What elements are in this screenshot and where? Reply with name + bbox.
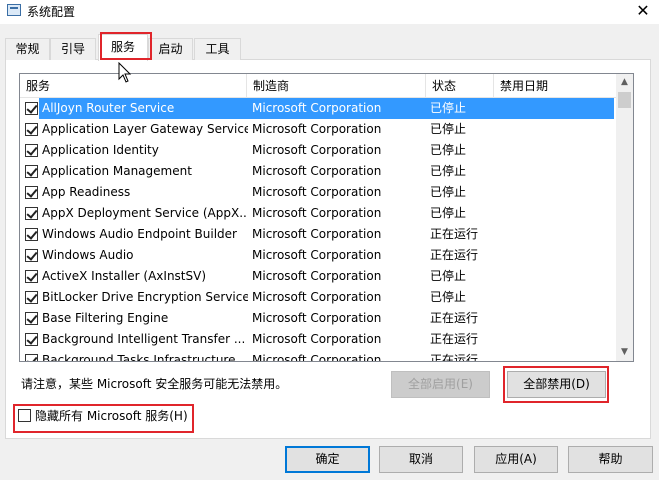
table-row[interactable]: Application Identity Microsoft Corporatio… bbox=[20, 140, 616, 161]
service-checkbox[interactable] bbox=[25, 312, 38, 325]
cancel-button[interactable]: 取消 bbox=[379, 446, 463, 473]
hide-ms-highlight-box bbox=[13, 404, 194, 433]
service-name: Windows Audio Endpoint Builder bbox=[42, 227, 237, 241]
service-name: App Readiness bbox=[42, 185, 131, 199]
list-header: 服务 制造商 状态 禁用日期 bbox=[20, 74, 616, 98]
apply-button[interactable]: 应用(A) bbox=[474, 446, 558, 473]
service-name: Background Tasks Infrastructure ... bbox=[42, 353, 248, 362]
enable-all-button[interactable]: 全部启用(E) bbox=[391, 371, 490, 398]
service-name: Application Management bbox=[42, 164, 192, 178]
service-manufacturer: Microsoft Corporation bbox=[252, 143, 382, 157]
service-manufacturer: Microsoft Corporation bbox=[252, 311, 382, 325]
table-row[interactable]: Base Filtering Engine Microsoft Corporati… bbox=[20, 308, 616, 329]
service-status: 正在运行 bbox=[430, 353, 479, 362]
table-row[interactable]: ActiveX Installer (AxInstSV) Microsoft Co… bbox=[20, 266, 616, 287]
service-status: 正在运行 bbox=[430, 227, 479, 241]
service-manufacturer: Microsoft Corporation bbox=[252, 122, 382, 136]
service-status: 已停止 bbox=[430, 164, 467, 178]
service-name: Application Identity bbox=[42, 143, 159, 157]
table-row[interactable]: Background Intelligent Transfer ... Micro… bbox=[20, 329, 616, 350]
disable-all-highlight-box bbox=[503, 366, 609, 403]
service-status: 正在运行 bbox=[430, 332, 479, 346]
service-status: 已停止 bbox=[430, 185, 467, 199]
column-header-disabled-date[interactable]: 禁用日期 bbox=[494, 74, 616, 98]
service-status: 已停止 bbox=[430, 206, 467, 220]
service-manufacturer: Microsoft Corporation bbox=[252, 101, 382, 115]
title-bar: 系统配置 ✕ bbox=[0, 0, 659, 24]
scroll-up-icon[interactable]: ▲ bbox=[616, 74, 633, 91]
service-checkbox[interactable] bbox=[25, 249, 38, 262]
service-name: AppX Deployment Service (AppX... bbox=[42, 206, 248, 220]
scroll-thumb[interactable] bbox=[618, 92, 631, 108]
column-header-status[interactable]: 状态 bbox=[426, 74, 494, 98]
service-manufacturer: Microsoft Corporation bbox=[252, 227, 382, 241]
vertical-scrollbar[interactable]: ▲ ▼ bbox=[616, 74, 633, 361]
service-manufacturer: Microsoft Corporation bbox=[252, 290, 382, 304]
service-checkbox[interactable] bbox=[25, 291, 38, 304]
service-manufacturer: Microsoft Corporation bbox=[252, 248, 382, 262]
window-title: 系统配置 bbox=[27, 5, 76, 19]
service-manufacturer: Microsoft Corporation bbox=[252, 269, 382, 283]
service-manufacturer: Microsoft Corporation bbox=[252, 353, 382, 362]
service-name: Base Filtering Engine bbox=[42, 311, 169, 325]
service-name: AllJoyn Router Service bbox=[42, 101, 175, 115]
service-status: 已停止 bbox=[430, 290, 467, 304]
service-checkbox[interactable] bbox=[25, 165, 38, 178]
table-row[interactable]: Application Layer Gateway Service Microso… bbox=[20, 119, 616, 140]
table-row[interactable]: Background Tasks Infrastructure ... Micro… bbox=[20, 350, 616, 362]
service-rows: AllJoyn Router Service Microsoft Corporat… bbox=[20, 98, 616, 362]
service-checkbox[interactable] bbox=[25, 270, 38, 283]
tab-boot[interactable]: 引导 bbox=[50, 38, 96, 60]
service-name: BitLocker Drive Encryption Service bbox=[42, 290, 248, 304]
service-name: Application Layer Gateway Service bbox=[42, 122, 248, 136]
column-header-manufacturer[interactable]: 制造商 bbox=[247, 74, 426, 98]
service-status: 正在运行 bbox=[430, 248, 479, 262]
service-checkbox[interactable] bbox=[25, 102, 38, 115]
ok-button[interactable]: 确定 bbox=[285, 446, 370, 473]
security-note: 请注意，某些 Microsoft 安全服务可能无法禁用。 bbox=[21, 377, 288, 391]
service-name: Background Intelligent Transfer ... bbox=[42, 332, 246, 346]
services-list[interactable]: 服务 制造商 状态 禁用日期 AllJoyn Router Service Mic… bbox=[19, 73, 634, 362]
table-row[interactable]: App Readiness Microsoft Corporation 已停止 bbox=[20, 182, 616, 203]
service-checkbox[interactable] bbox=[25, 207, 38, 220]
service-checkbox[interactable] bbox=[25, 123, 38, 136]
table-row[interactable]: AllJoyn Router Service Microsoft Corporat… bbox=[20, 98, 616, 119]
tab-general[interactable]: 常规 bbox=[5, 38, 50, 60]
mouse-cursor bbox=[118, 62, 132, 83]
scroll-down-icon[interactable]: ▼ bbox=[616, 344, 633, 361]
service-status: 已停止 bbox=[430, 269, 467, 283]
service-checkbox[interactable] bbox=[25, 354, 38, 361]
tab-tools[interactable]: 工具 bbox=[194, 38, 241, 60]
service-checkbox[interactable] bbox=[25, 333, 38, 346]
tab-startup[interactable]: 启动 bbox=[148, 38, 193, 60]
service-status: 已停止 bbox=[430, 122, 467, 136]
service-manufacturer: Microsoft Corporation bbox=[252, 332, 382, 346]
table-row[interactable]: AppX Deployment Service (AppX... Microsof… bbox=[20, 203, 616, 224]
service-status: 已停止 bbox=[430, 101, 467, 115]
table-row[interactable]: BitLocker Drive Encryption Service Micros… bbox=[20, 287, 616, 308]
help-button[interactable]: 帮助 bbox=[568, 446, 653, 473]
service-manufacturer: Microsoft Corporation bbox=[252, 185, 382, 199]
tab-strip: 常规 引导 服务 启动 工具 bbox=[0, 34, 659, 61]
service-name: ActiveX Installer (AxInstSV) bbox=[42, 269, 207, 283]
table-row[interactable]: Application Management Microsoft Corporat… bbox=[20, 161, 616, 182]
service-manufacturer: Microsoft Corporation bbox=[252, 206, 382, 220]
tab-highlight-box bbox=[100, 32, 152, 60]
table-row[interactable]: Windows Audio Endpoint Builder Microsoft … bbox=[20, 224, 616, 245]
msconfig-icon bbox=[7, 4, 21, 16]
service-status: 正在运行 bbox=[430, 311, 479, 325]
close-button[interactable]: ✕ bbox=[627, 0, 659, 24]
service-name: Windows Audio bbox=[42, 248, 134, 262]
service-status: 已停止 bbox=[430, 143, 467, 157]
service-checkbox[interactable] bbox=[25, 144, 38, 157]
service-manufacturer: Microsoft Corporation bbox=[252, 164, 382, 178]
table-row[interactable]: Windows Audio Microsoft Corporation 正在运行 bbox=[20, 245, 616, 266]
service-checkbox[interactable] bbox=[25, 186, 38, 199]
service-checkbox[interactable] bbox=[25, 228, 38, 241]
